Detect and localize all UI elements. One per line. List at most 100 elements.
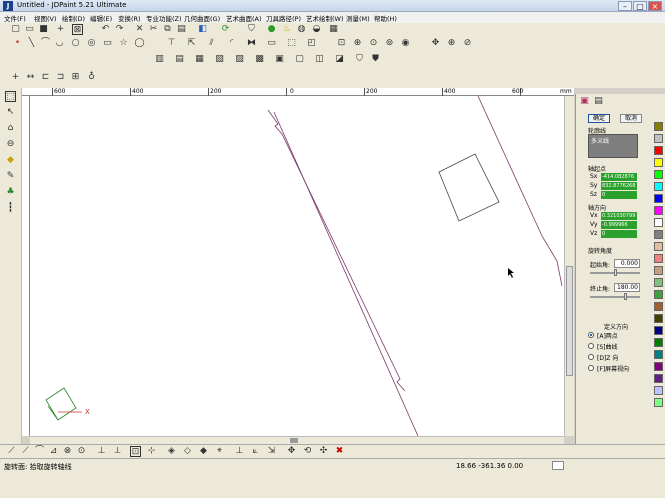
panel-doc-icon[interactable]: ▤ [593,96,604,107]
menu-file[interactable]: 文件(F) [4,13,26,23]
snap-grid-icon[interactable]: ◈ [166,446,177,457]
snap-end-icon[interactable]: ⟋ [20,446,31,457]
refresh-icon[interactable]: ⟳ [220,24,231,35]
surface-tool-6-icon[interactable]: ▩ [254,54,265,65]
color-swatch[interactable] [654,362,663,371]
view-3d-icon[interactable]: ◉ [400,38,411,49]
sy-field[interactable]: 832.8776268 [601,182,637,190]
cut-icon[interactable]: ✂ [148,24,159,35]
sz-field[interactable]: 0 [601,191,637,199]
confirm-button[interactable]: 确定 [588,114,610,123]
snap-node-icon[interactable]: ◆ [198,446,209,457]
polyline-icon[interactable]: ⌒ [40,38,51,49]
maximize-button[interactable]: □ [633,1,647,11]
render-icon[interactable]: ◍ [296,24,307,35]
vy-field[interactable]: -0.999966 [601,221,637,229]
surface-tool-4-icon[interactable]: ▧ [214,54,225,65]
snap-center-icon[interactable]: ⊙ [76,446,87,457]
color-swatch[interactable] [654,326,663,335]
cylinder-icon[interactable]: ⊖ [5,139,16,150]
snap-angle-icon[interactable]: ⟀ [250,446,261,457]
color-swatch[interactable] [654,374,663,383]
zoom-prev-icon[interactable]: ⊙ [368,38,379,49]
vx-field[interactable]: 0.321030799 [601,212,637,220]
fillet-icon[interactable]: ◜ [226,38,237,49]
new-file-icon[interactable]: ▢ [10,24,21,35]
menu-transform[interactable]: 变换(R) [118,13,141,23]
bulb-icon[interactable]: ♨ [281,24,292,35]
color-swatch[interactable] [654,194,663,203]
dimension-icon[interactable]: ↔ [25,72,36,83]
snap-line-icon[interactable]: ⟋ [6,446,17,457]
color-swatch[interactable] [654,122,663,131]
offset-icon[interactable]: ⫽ [206,38,217,49]
point-icon[interactable]: • [12,38,23,49]
option-z-dir-radio[interactable] [588,354,594,360]
scroll-thumb[interactable] [290,438,298,443]
color-swatch[interactable] [654,134,663,143]
option-screen-view-radio[interactable] [588,365,594,371]
color-swatch[interactable] [654,386,663,395]
end-angle-slider[interactable] [590,296,640,298]
surface-tool-8-icon[interactable]: ▢ [294,54,305,65]
pin-icon[interactable]: ● [266,24,277,35]
color-swatch[interactable] [654,350,663,359]
ring-icon[interactable]: ◯ [134,38,145,49]
surface-tool-1-icon[interactable]: ▥ [154,54,165,65]
save-icon[interactable]: ■ [38,24,49,35]
snap-tangent-icon[interactable]: ⟂ [112,446,123,457]
start-slider-thumb[interactable] [614,269,617,276]
menu-pro[interactable]: 专业功能(Z) [146,13,182,23]
copy-icon[interactable]: ⧉ [162,24,173,35]
snap-arrow-icon[interactable]: ⇲ [266,446,277,457]
menu-help[interactable]: 帮助(H) [374,13,397,23]
open-file-icon[interactable]: ▭ [24,24,35,35]
start-angle-input[interactable]: 0.000 [614,259,640,268]
magnify-icon[interactable]: ⊕ [446,38,457,49]
horizontal-scrollbar[interactable] [30,436,564,444]
menu-geom-surface[interactable]: 几何曲面(G) [184,13,220,23]
layer-icon[interactable]: ◧ [197,24,208,35]
color-swatch[interactable] [654,182,663,191]
fill-icon[interactable]: ♣ [5,187,16,198]
add-icon[interactable]: + [55,24,66,35]
menu-measure[interactable]: 测量(M) [346,13,370,23]
vertical-scrollbar[interactable] [564,96,574,436]
fit-icon[interactable]: ⊘ [462,38,473,49]
select-box-icon[interactable]: ⊠ [72,24,83,35]
color-swatch[interactable] [654,266,663,275]
measure-corner-icon[interactable]: ⊐ [55,72,66,83]
surface-tool-12-icon[interactable]: ⛊ [370,54,381,65]
color-swatch[interactable] [654,254,663,263]
surface-tool-9-icon[interactable]: ◫ [314,54,325,65]
menu-view[interactable]: 视图(V) [34,13,57,23]
star-icon[interactable]: ☆ [118,38,129,49]
surface-tool-2-icon[interactable]: ▤ [174,54,185,65]
zoom-in-icon[interactable]: ⊕ [352,38,363,49]
color-swatch[interactable] [654,218,663,227]
rectangle-icon[interactable]: ▭ [102,38,113,49]
ellipse-icon[interactable]: ◎ [86,38,97,49]
snap-point-icon[interactable]: ⊡ [130,446,141,457]
color-swatch[interactable] [654,158,663,167]
end-angle-input[interactable]: 180.00 [614,283,640,292]
cross-point-icon[interactable]: + [10,72,21,83]
arc-icon[interactable]: ◡ [54,38,65,49]
rotate-icon[interactable]: ◰ [306,38,317,49]
paste-icon[interactable]: ▤ [176,24,187,35]
select-tool-icon[interactable]: ⬚ [5,91,16,102]
option-curve-radio[interactable] [588,343,594,349]
surface-tool-10-icon[interactable]: ◪ [334,54,345,65]
pan-icon[interactable]: ✥ [430,38,441,49]
delete-icon[interactable]: ✕ [134,24,145,35]
probe-icon[interactable]: ┇ [5,203,16,214]
color-swatch[interactable] [654,206,663,215]
measure-area-icon[interactable]: ⊞ [70,72,81,83]
snap-mid-icon[interactable]: ⊿ [48,446,59,457]
color-swatch[interactable] [654,230,663,239]
surface-tool-5-icon[interactable]: ▨ [234,54,245,65]
shield-icon[interactable]: ⛉ [246,24,257,35]
menu-art-draw[interactable]: 艺术绘制(W) [306,13,344,23]
color-swatch[interactable] [654,290,663,299]
snap-cross-icon[interactable]: ✣ [318,446,329,457]
